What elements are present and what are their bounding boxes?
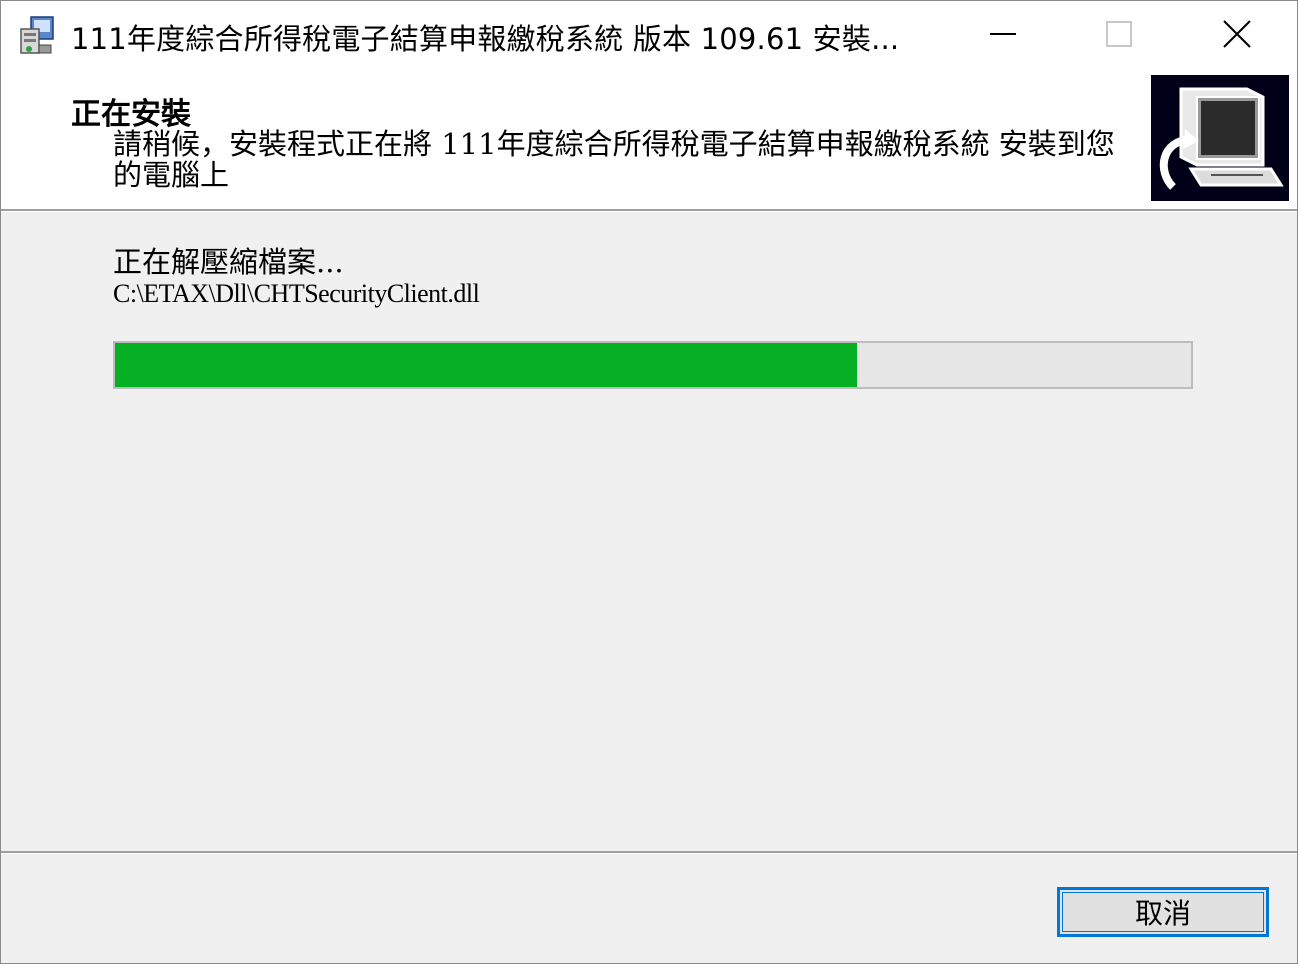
installer-window: 111年度綜合所得稅電子結算申報繳稅系統 版本 109.61 安裝... 正在安… <box>0 0 1298 964</box>
footer-divider <box>1 851 1297 854</box>
close-icon <box>1221 18 1253 54</box>
current-file-path: C:\ETAX\Dll\CHTSecurityClient.dll <box>113 279 480 308</box>
install-progress-bar <box>113 341 1193 389</box>
maximize-icon <box>1104 19 1134 53</box>
maximize-button <box>1059 1 1179 71</box>
wizard-header: 正在安裝 請稍候，安裝程式正在將 111年度綜合所得稅電子結算申報繳稅系統 安裝… <box>1 71 1297 209</box>
minimize-icon <box>988 19 1018 53</box>
cancel-button[interactable]: 取消 <box>1057 887 1269 937</box>
installer-logo-icon <box>1151 75 1289 201</box>
progress-fill <box>115 343 858 387</box>
installer-app-icon <box>17 15 57 57</box>
title-bar[interactable]: 111年度綜合所得稅電子結算申報繳稅系統 版本 109.61 安裝... <box>1 1 1297 71</box>
status-text: 正在解壓縮檔案... <box>113 245 344 279</box>
page-description: 請稍候，安裝程式正在將 111年度綜合所得稅電子結算申報繳稅系統 安裝到您的電腦… <box>113 127 1115 192</box>
close-button[interactable] <box>1177 1 1297 71</box>
window-title: 111年度綜合所得稅電子結算申報繳稅系統 版本 109.61 安裝... <box>71 22 900 56</box>
minimize-button[interactable] <box>943 1 1063 71</box>
header-divider <box>1 209 1297 212</box>
